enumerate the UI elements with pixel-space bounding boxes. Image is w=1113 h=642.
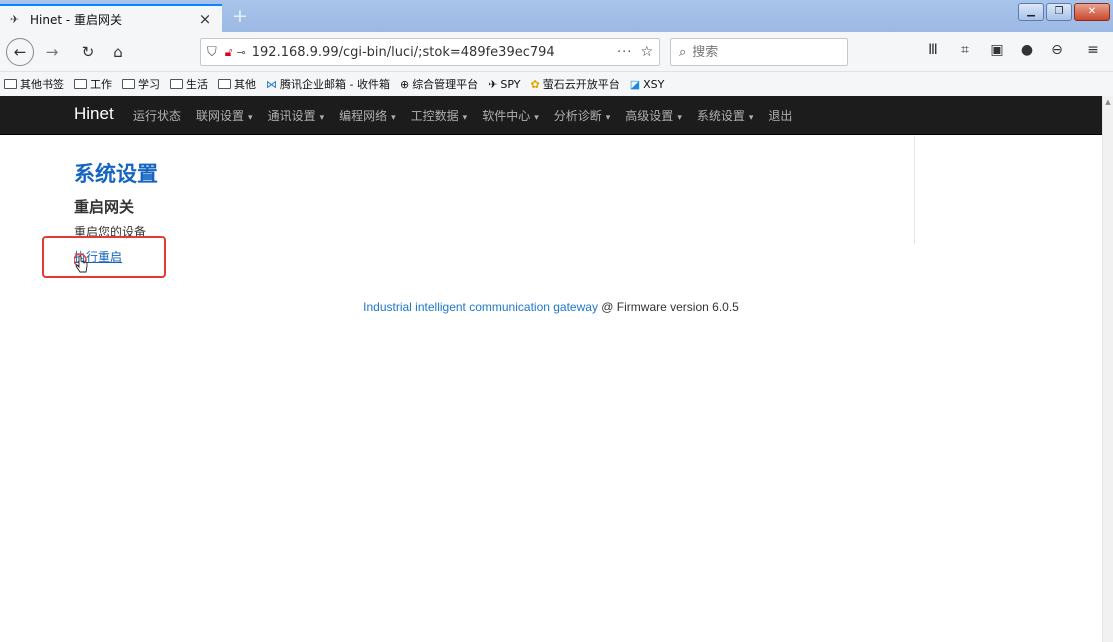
new-tab-icon[interactable]: + bbox=[228, 5, 252, 29]
bookmark-other-bookmarks[interactable]: 其他书签 bbox=[4, 76, 64, 92]
page-scrollbar[interactable]: ▲ bbox=[1102, 96, 1113, 642]
bookmark-ezviz[interactable]: ✿ 萤石云开放平台 bbox=[531, 76, 620, 92]
tencent-mail-icon: ⋈ bbox=[266, 77, 277, 91]
ezviz-icon: ✿ bbox=[530, 77, 540, 91]
menu-icon[interactable]: ≡ bbox=[1082, 42, 1104, 62]
footer-version: @ Firmware version 6.0.5 bbox=[597, 300, 739, 314]
screenshot-icon[interactable]: ⌗ bbox=[954, 42, 976, 62]
menu-item-status[interactable]: 运行状态 bbox=[133, 107, 181, 124]
bookmark-management-platform[interactable]: ⊕ 综合管理平台 bbox=[400, 76, 478, 92]
account-icon[interactable]: ⊖ bbox=[1046, 42, 1068, 62]
home-icon[interactable]: ⌂ bbox=[106, 40, 130, 64]
folder-icon bbox=[170, 79, 183, 89]
browser-tab[interactable]: ✈ Hinet - 重启网关 × bbox=[0, 4, 222, 32]
bookmark-tencent-mail[interactable]: ⋈ 腾讯企业邮箱 - 收件箱 bbox=[266, 76, 390, 92]
browser-toolbar: ← → ↻ ⌂ ⛉ 🔓︎ ⊸ ··· ☆ ⌕ Ⅲ ⌗ ▣ ● ⊖ ≡ bbox=[0, 32, 1113, 72]
menu-item-industrial-data[interactable]: 工控数据 ▾ bbox=[411, 107, 468, 124]
menu-item-programming-network[interactable]: 编程网络 ▾ bbox=[339, 107, 396, 124]
url-bar[interactable]: ⛉ 🔓︎ ⊸ ··· ☆ bbox=[200, 38, 660, 66]
url-input[interactable] bbox=[251, 44, 614, 60]
site-navbar: Hinet 运行状态 联网设置 ▾ 通讯设置 ▾ 编程网络 ▾ 工控数据 ▾ 软件中心 ▾… bbox=[0, 96, 1102, 135]
caret-down-icon: ▾ bbox=[248, 113, 253, 123]
insecure-lock-icon[interactable]: 🔓︎ bbox=[225, 45, 233, 60]
folder-icon bbox=[4, 79, 17, 89]
library-icon[interactable]: Ⅲ bbox=[922, 42, 944, 62]
menu-item-software-center[interactable]: 软件中心 ▾ bbox=[482, 107, 539, 124]
search-input[interactable] bbox=[692, 44, 833, 60]
bookmark-work[interactable]: 工作 bbox=[74, 76, 112, 92]
browser-tab-strip: ✈ Hinet - 重启网关 × + ▁ ❐ ✕ bbox=[0, 0, 1113, 32]
window-minimize-button[interactable]: ▁ bbox=[1018, 3, 1044, 21]
bookmark-life[interactable]: 生活 bbox=[170, 76, 208, 92]
site-menu: 运行状态 联网设置 ▾ 通讯设置 ▾ 编程网络 ▾ 工控数据 ▾ 软件中心 ▾ 分析诊断 ▾… bbox=[133, 96, 807, 135]
caret-down-icon: ▾ bbox=[748, 113, 754, 123]
hinet-favicon-icon: ✈ bbox=[10, 12, 20, 26]
star-icon[interactable]: ☆ bbox=[640, 44, 653, 60]
folder-icon bbox=[74, 79, 87, 89]
bookmarks-bar: 其他书签 工作 学习 生活 其他 ⋈ 腾讯企业邮箱 - 收件箱 ⊕ 综合管理平台… bbox=[0, 72, 1113, 96]
menu-item-system[interactable]: 系统设置 ▾ bbox=[697, 107, 754, 124]
footer-link[interactable]: Industrial intelligent communication gat… bbox=[363, 300, 598, 314]
column-divider bbox=[914, 136, 915, 244]
key-icon[interactable]: ⊸ bbox=[237, 46, 246, 59]
folder-icon bbox=[122, 79, 135, 89]
folder-icon bbox=[218, 79, 231, 89]
globe-icon: ⊕ bbox=[399, 77, 410, 91]
search-bar[interactable]: ⌕ bbox=[670, 38, 848, 66]
bookmark-study[interactable]: 学习 bbox=[122, 76, 160, 92]
web-page: Hinet 运行状态 联网设置 ▾ 通讯设置 ▾ 编程网络 ▾ 工控数据 ▾ 软件中心 ▾… bbox=[0, 96, 1113, 642]
menu-item-network[interactable]: 联网设置 ▾ bbox=[196, 107, 253, 124]
page-title: 系统设置 bbox=[74, 162, 158, 186]
menu-item-advanced[interactable]: 高级设置 ▾ bbox=[625, 107, 682, 124]
tab-title: Hinet - 重启网关 bbox=[30, 12, 123, 27]
xsy-icon: ◪ bbox=[629, 77, 641, 91]
back-arrow-icon[interactable]: ← bbox=[6, 38, 34, 66]
bookmark-other[interactable]: 其他 bbox=[218, 76, 256, 92]
menu-item-diagnostics[interactable]: 分析诊断 ▾ bbox=[554, 107, 611, 124]
caret-down-icon: ▾ bbox=[462, 113, 468, 123]
caret-down-icon: ▾ bbox=[319, 113, 325, 123]
reload-icon[interactable]: ↻ bbox=[76, 40, 100, 64]
page-footer: Industrial intelligent communication gat… bbox=[0, 300, 1102, 314]
menu-item-logout[interactable]: 退出 bbox=[768, 107, 792, 124]
caret-down-icon: ▾ bbox=[391, 113, 396, 123]
more-icon[interactable]: ··· bbox=[617, 45, 632, 60]
caret-down-icon: ▾ bbox=[605, 113, 611, 123]
bookmark-spy[interactable]: ✈ SPY bbox=[488, 78, 520, 91]
window-maximize-button[interactable]: ❐ bbox=[1046, 3, 1072, 21]
menu-item-communication[interactable]: 通讯设置 ▾ bbox=[268, 107, 325, 124]
highlight-annotation bbox=[42, 236, 166, 278]
tab-close-icon[interactable]: × bbox=[198, 10, 212, 28]
forward-arrow-icon[interactable]: → bbox=[40, 40, 64, 64]
hand-cursor-icon bbox=[74, 253, 88, 273]
site-brand[interactable]: Hinet bbox=[74, 104, 114, 124]
caret-down-icon: ▾ bbox=[677, 113, 682, 123]
section-subtitle: 重启网关 bbox=[74, 198, 135, 216]
chat-icon[interactable]: ● bbox=[1016, 42, 1038, 62]
caret-down-icon: ▾ bbox=[534, 113, 539, 123]
spy-icon: ✈ bbox=[488, 77, 498, 91]
reader-icon[interactable]: ▣ bbox=[986, 42, 1008, 62]
bookmark-xsy[interactable]: ◪ XSY bbox=[630, 78, 665, 91]
scroll-up-arrow-icon[interactable]: ▲ bbox=[1103, 98, 1113, 106]
shield-icon[interactable]: ⛉ bbox=[207, 45, 217, 60]
search-icon: ⌕ bbox=[679, 44, 687, 60]
window-close-button[interactable]: ✕ bbox=[1074, 3, 1110, 21]
